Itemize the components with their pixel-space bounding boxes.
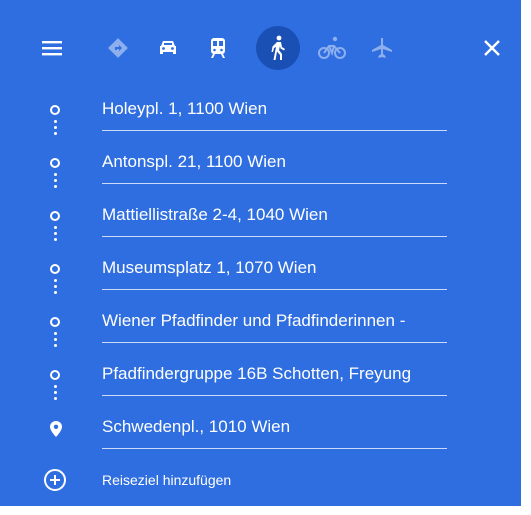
add-destination-label: Reiseziel hinzufügen xyxy=(102,472,232,488)
transit-icon xyxy=(211,38,225,58)
mode-transit-button[interactable] xyxy=(196,26,240,70)
stop-label: Schwedenpl., 1010 Wien xyxy=(102,417,291,436)
stop-input-4[interactable]: Museumsplatz 1, 1070 Wien xyxy=(102,243,447,290)
close-icon xyxy=(484,40,500,56)
route-connector xyxy=(54,226,58,244)
route-connector xyxy=(54,332,58,350)
bicycle-icon xyxy=(318,36,346,59)
stop-marker xyxy=(49,104,63,118)
waypoint-circle-icon xyxy=(50,317,60,327)
stop-marker xyxy=(49,369,63,383)
airplane-icon xyxy=(372,38,392,58)
travel-mode-toolbar xyxy=(0,22,521,74)
stop-row-2: Antonspl. 21, 1100 Wien xyxy=(0,137,521,189)
menu-button[interactable] xyxy=(34,30,70,66)
hamburger-menu-icon xyxy=(42,41,62,56)
stop-marker xyxy=(49,210,63,224)
car-icon xyxy=(160,41,176,54)
stop-input-7[interactable]: Schwedenpl., 1010 Wien xyxy=(102,402,447,449)
close-button[interactable] xyxy=(474,30,510,66)
stop-row-5: Wiener Pfadfinder und Pfadfinderinnen - xyxy=(0,296,521,348)
stop-input-5[interactable]: Wiener Pfadfinder und Pfadfinderinnen - xyxy=(102,296,447,343)
route-connector xyxy=(54,120,58,138)
mode-car-button[interactable] xyxy=(146,26,190,70)
directions-diamond-icon xyxy=(108,38,128,58)
route-connector xyxy=(54,279,58,297)
stop-input-3[interactable]: Mattiellistraße 2-4, 1040 Wien xyxy=(102,190,447,237)
stop-row-3: Mattiellistraße 2-4, 1040 Wien xyxy=(0,190,521,242)
waypoint-circle-icon xyxy=(50,105,60,115)
stop-row-7: Schwedenpl., 1010 Wien xyxy=(0,402,521,454)
stop-label: Pfadfindergruppe 16B Schotten, Freyung xyxy=(102,364,412,383)
waypoint-circle-icon xyxy=(50,264,60,274)
add-circle-icon xyxy=(44,469,66,491)
mode-best-route-button[interactable] xyxy=(96,26,140,70)
destination-pin-icon xyxy=(50,421,62,437)
stop-marker xyxy=(49,316,63,330)
waypoint-circle-icon xyxy=(50,211,60,221)
waypoint-circle-icon xyxy=(50,370,60,380)
directions-panel: Holeypl. 1, 1100 Wien Antonspl. 21, 1100… xyxy=(0,0,521,506)
mode-flight-button[interactable] xyxy=(360,26,404,70)
stop-marker xyxy=(49,157,63,171)
stop-label: Mattiellistraße 2-4, 1040 Wien xyxy=(102,205,328,224)
walking-icon xyxy=(271,35,285,60)
stop-label: Antonspl. 21, 1100 Wien xyxy=(102,152,286,171)
stop-row-4: Museumsplatz 1, 1070 Wien xyxy=(0,243,521,295)
add-destination-button[interactable]: Reiseziel hinzufügen xyxy=(0,462,521,498)
stop-row-6: Pfadfindergruppe 16B Schotten, Freyung xyxy=(0,349,521,401)
mode-walking-button[interactable] xyxy=(256,26,300,70)
stop-label: Museumsplatz 1, 1070 Wien xyxy=(102,258,317,277)
stop-marker xyxy=(49,263,63,277)
route-connector xyxy=(54,385,58,403)
stop-marker xyxy=(48,420,64,438)
mode-bicycle-button[interactable] xyxy=(310,26,354,70)
stop-label: Wiener Pfadfinder und Pfadfinderinnen - xyxy=(102,311,406,330)
stop-input-2[interactable]: Antonspl. 21, 1100 Wien xyxy=(102,137,447,184)
stop-label: Holeypl. 1, 1100 Wien xyxy=(102,99,268,118)
route-connector xyxy=(54,173,58,191)
waypoint-circle-icon xyxy=(50,158,60,168)
stop-row-1: Holeypl. 1, 1100 Wien xyxy=(0,84,521,136)
stop-input-6[interactable]: Pfadfindergruppe 16B Schotten, Freyung xyxy=(102,349,447,396)
stop-input-1[interactable]: Holeypl. 1, 1100 Wien xyxy=(102,84,447,131)
